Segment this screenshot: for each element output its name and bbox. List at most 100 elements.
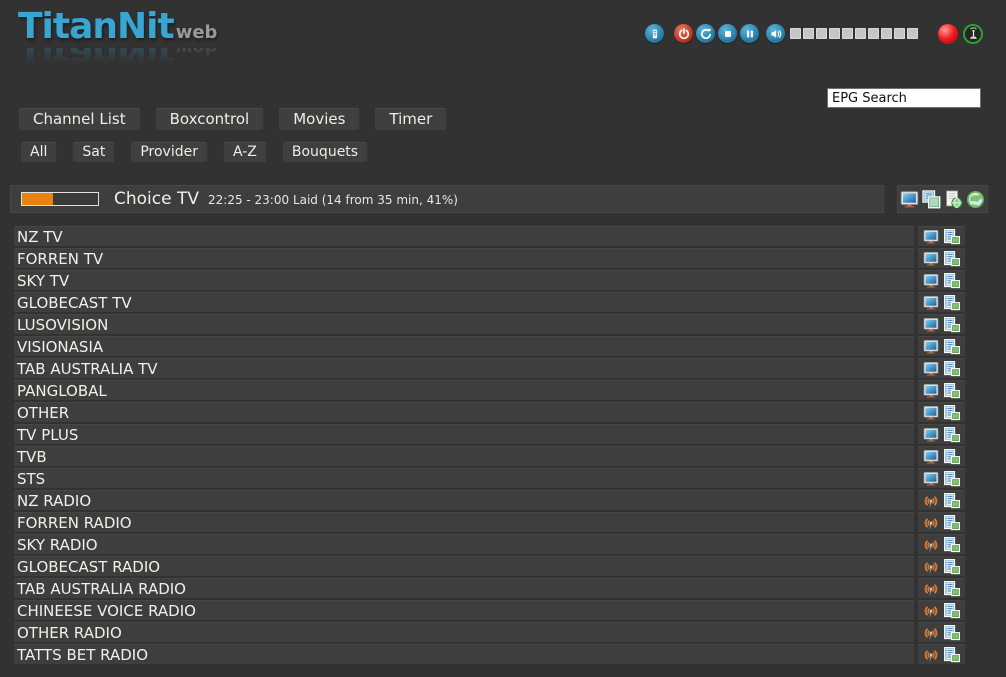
channel-row[interactable]: SKY RADIO	[14, 534, 914, 554]
tv-icon[interactable]	[923, 251, 939, 267]
channel-row[interactable]: VISIONASIA	[14, 336, 914, 356]
channel-name: NZ RADIO	[17, 492, 91, 510]
stream-button[interactable]	[963, 24, 983, 44]
tv-icon[interactable]	[923, 427, 939, 443]
radio-icon[interactable]	[923, 581, 939, 597]
epg-search-input[interactable]	[827, 88, 981, 108]
epg-list-icon[interactable]	[944, 647, 960, 663]
pause-button[interactable]	[740, 24, 759, 43]
tv-screen-icon[interactable]	[900, 190, 919, 209]
nav-timer-button[interactable]: Timer	[374, 107, 447, 131]
epg-list-icon[interactable]	[944, 471, 960, 487]
channel-row[interactable]: CHINEESE VOICE RADIO	[14, 600, 914, 620]
nav-channel-list-button[interactable]: Channel List	[18, 107, 141, 131]
epg-list-icon[interactable]	[944, 383, 960, 399]
channel-row[interactable]: TV PLUS	[14, 424, 914, 444]
tv-icon[interactable]	[923, 361, 939, 377]
epg-list-icon[interactable]	[944, 273, 960, 289]
globe-icon[interactable]	[966, 190, 985, 209]
record-indicator-icon[interactable]	[938, 24, 958, 44]
channel-row[interactable]: FORREN TV	[14, 248, 914, 268]
volume-step[interactable]	[855, 28, 866, 39]
tv-icon[interactable]	[923, 317, 939, 333]
filter-all-button[interactable]: All	[20, 141, 57, 163]
channel-row[interactable]: FORREN RADIO	[14, 512, 914, 532]
radio-icon[interactable]	[923, 493, 939, 509]
volume-step[interactable]	[907, 28, 918, 39]
channel-list-row: GLOBECAST TV	[14, 292, 965, 312]
channel-row[interactable]: NZ RADIO	[14, 490, 914, 510]
epg-list-icon[interactable]	[944, 405, 960, 421]
epg-doc-globe-icon[interactable]	[944, 190, 963, 209]
filter-bouquets-button[interactable]: Bouquets	[282, 141, 368, 163]
epg-list-icon[interactable]	[944, 603, 960, 619]
radio-icon[interactable]	[923, 515, 939, 531]
tv-icon[interactable]	[923, 295, 939, 311]
epg-list-icon[interactable]	[944, 559, 960, 575]
nav-boxcontrol-button[interactable]: Boxcontrol	[155, 107, 265, 131]
channel-name: OTHER	[17, 404, 69, 422]
volume-bar[interactable]	[790, 28, 920, 39]
channel-name: TAB AUSTRALIA TV	[17, 360, 158, 378]
channel-row[interactable]: NZ TV	[14, 226, 914, 246]
channel-row[interactable]: GLOBECAST TV	[14, 292, 914, 312]
volume-button[interactable]	[766, 24, 785, 43]
channel-row[interactable]: TAB AUSTRALIA TV	[14, 358, 914, 378]
filter-sat-button[interactable]: Sat	[72, 141, 115, 163]
tv-icon[interactable]	[923, 273, 939, 289]
volume-step[interactable]	[816, 28, 827, 39]
channel-list-row: NZ TV	[14, 226, 965, 246]
stop-button[interactable]	[718, 24, 737, 43]
channel-row[interactable]: OTHER	[14, 402, 914, 422]
filter-provider-button[interactable]: Provider	[130, 141, 208, 163]
remote-button[interactable]	[645, 24, 664, 43]
refresh-button[interactable]	[696, 24, 715, 43]
epg-list-icon[interactable]	[944, 449, 960, 465]
volume-step[interactable]	[842, 28, 853, 39]
epg-list-icon[interactable]	[944, 251, 960, 267]
volume-step[interactable]	[829, 28, 840, 39]
tv-icon[interactable]	[923, 383, 939, 399]
volume-step[interactable]	[894, 28, 905, 39]
epg-list-icon[interactable]	[944, 581, 960, 597]
pip-windows-icon[interactable]	[922, 190, 941, 209]
epg-list-icon[interactable]	[944, 493, 960, 509]
volume-step[interactable]	[790, 28, 801, 39]
channel-row[interactable]: GLOBECAST RADIO	[14, 556, 914, 576]
channel-row[interactable]: TAB AUSTRALIA RADIO	[14, 578, 914, 598]
channel-row[interactable]: PANGLOBAL	[14, 380, 914, 400]
tv-icon[interactable]	[923, 229, 939, 245]
power-button[interactable]	[674, 24, 693, 43]
epg-list-icon[interactable]	[944, 537, 960, 553]
tv-icon[interactable]	[923, 339, 939, 355]
channel-row[interactable]: SKY TV	[14, 270, 914, 290]
epg-list-icon[interactable]	[944, 339, 960, 355]
epg-list-icon[interactable]	[944, 515, 960, 531]
epg-list-icon[interactable]	[944, 295, 960, 311]
volume-step[interactable]	[868, 28, 879, 39]
epg-list-icon[interactable]	[944, 427, 960, 443]
channel-name: TATTS BET RADIO	[17, 646, 148, 664]
nav-movies-button[interactable]: Movies	[278, 107, 360, 131]
radio-icon[interactable]	[923, 559, 939, 575]
radio-icon[interactable]	[923, 603, 939, 619]
epg-list-icon[interactable]	[944, 317, 960, 333]
channel-row[interactable]: LUSOVISION	[14, 314, 914, 334]
tv-icon[interactable]	[923, 405, 939, 421]
epg-list-icon[interactable]	[944, 361, 960, 377]
radio-icon[interactable]	[923, 537, 939, 553]
filter-az-button[interactable]: A-Z	[223, 141, 267, 163]
channel-row[interactable]: STS	[14, 468, 914, 488]
channel-row[interactable]: TATTS BET RADIO	[14, 644, 914, 664]
volume-step[interactable]	[881, 28, 892, 39]
channel-row[interactable]: OTHER RADIO	[14, 622, 914, 642]
volume-step[interactable]	[803, 28, 814, 39]
epg-list-icon[interactable]	[944, 229, 960, 245]
filter-nav: All Sat Provider A-Z Bouquets	[20, 141, 368, 163]
channel-row[interactable]: TVB	[14, 446, 914, 466]
radio-icon[interactable]	[923, 625, 939, 641]
tv-icon[interactable]	[923, 449, 939, 465]
epg-list-icon[interactable]	[944, 625, 960, 641]
radio-icon[interactable]	[923, 647, 939, 663]
tv-icon[interactable]	[923, 471, 939, 487]
